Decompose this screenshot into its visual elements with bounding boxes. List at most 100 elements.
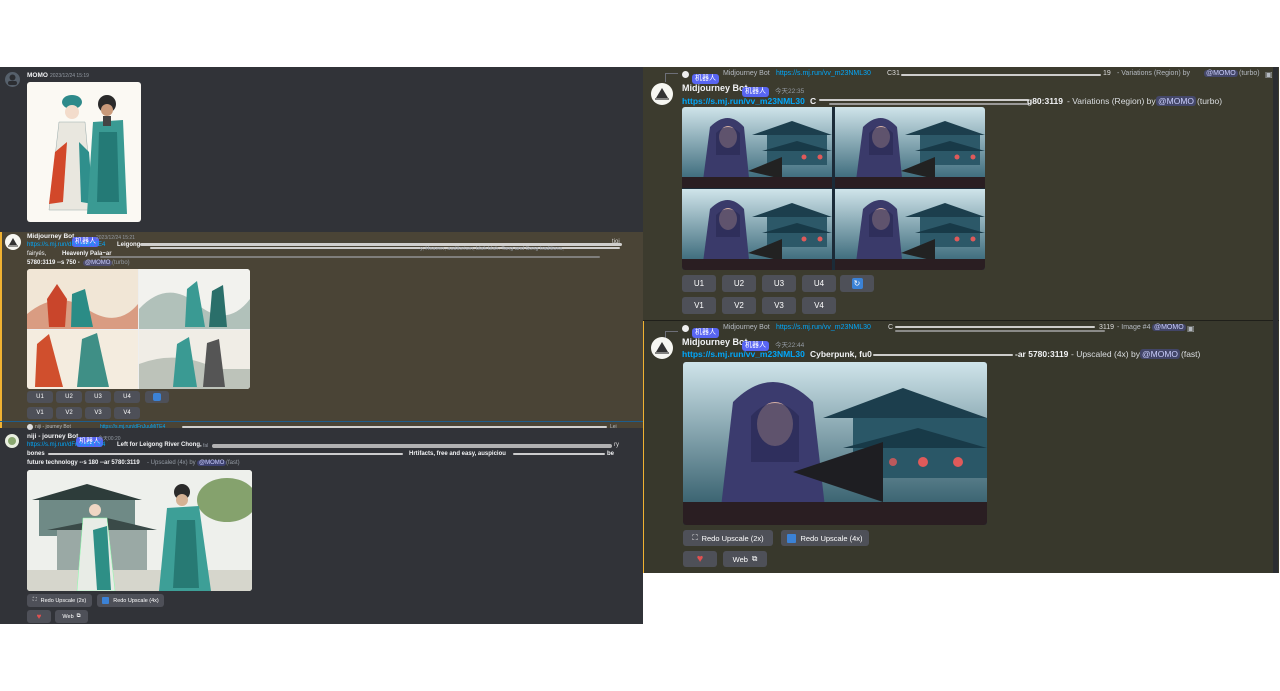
niji-line2-c: be — [607, 451, 615, 457]
highlight-bar — [0, 232, 2, 428]
midjourney-avatar[interactable] — [651, 83, 673, 105]
variation-v4-button[interactable]: V4 — [802, 297, 836, 314]
bot-username[interactable]: Midjourney Bot — [682, 83, 748, 93]
prompt-tail: y, Heaven, auditorium, blah blah. Tang a… — [420, 246, 564, 252]
reply-suffix: - Variations (Region) by — [1117, 70, 1191, 77]
bot-timestamp: 今天22:35 — [775, 88, 805, 95]
upscale-u1-button[interactable]: U1 — [27, 391, 53, 403]
reply-avatar — [27, 424, 33, 430]
reply-tail-a: C — [888, 324, 894, 331]
redo-upscale-4x-button[interactable]: Redo Upscale (4x) — [97, 594, 164, 607]
momo-username[interactable]: MOMO — [27, 72, 48, 79]
upscale-icon — [102, 597, 110, 604]
prompt-line3: 5780:3119 --s 750 - — [27, 260, 80, 266]
redaction-scribble — [100, 256, 600, 258]
redaction-scribble — [895, 326, 1095, 328]
favorite-button[interactable]: ♥ — [27, 610, 51, 623]
midjourney-avatar[interactable] — [5, 234, 21, 250]
redaction-scribble — [48, 453, 403, 455]
upscale-u2-button[interactable]: U2 — [722, 275, 756, 292]
image-grid-cyberpunk[interactable] — [682, 107, 985, 270]
web-button[interactable]: Web ⧉ — [55, 610, 88, 623]
reply-tail-a: C31 — [887, 70, 900, 77]
variation-v2-button[interactable]: V2 — [56, 407, 82, 419]
reply-link[interactable]: https://s.mj.run/vv_m23NML30 — [776, 324, 871, 331]
prompt-text-b: g80:3119 — [1027, 96, 1063, 106]
niji-avatar[interactable] — [5, 434, 19, 448]
upscale-u2-button[interactable]: U2 — [56, 391, 82, 403]
bot-timestamp: 2023/12/24 15:21 — [96, 235, 135, 241]
prompt-link[interactable]: https://s.mj.run/dFnJuuMiTE4 — [27, 242, 105, 248]
image-grid-four[interactable] — [27, 269, 250, 389]
heart-icon: ♥ — [36, 611, 42, 621]
mention-momo[interactable]: @MOMO — [83, 260, 113, 266]
reply-mention[interactable]: @MOMO — [1152, 324, 1186, 331]
reply-tail-b: 3119 — [1099, 324, 1115, 331]
reply-username[interactable]: Midjourney Bot — [723, 324, 770, 331]
prompt-speed: (turbo) — [1197, 96, 1223, 106]
midjourney-avatar[interactable] — [651, 337, 673, 359]
speed-label: (turbo) — [112, 260, 130, 266]
niji-prompt-link[interactable]: https://s.mj.run/dFnJuuMiTE4 — [27, 442, 105, 448]
image-upscaled-temple[interactable] — [27, 470, 252, 591]
scrollbar[interactable] — [1273, 67, 1278, 573]
reply-link[interactable]: https://s.mj.run/vv_m23NML30 — [776, 70, 871, 77]
image-icon: ▣ — [1187, 324, 1195, 333]
momo-avatar[interactable] — [5, 72, 20, 87]
redaction-scribble — [873, 354, 1013, 356]
reply-suffix: - Image #4 — [1117, 324, 1151, 331]
reply-link[interactable]: https://s.mj.run/dFnJuuMiTE4 — [100, 424, 165, 430]
momo-timestamp: 2023/12/24 15:19 — [50, 73, 89, 79]
bot-username[interactable]: Midjourney Bot — [27, 233, 74, 240]
variation-v4-button[interactable]: V4 — [114, 407, 140, 419]
reroll-button[interactable] — [145, 391, 169, 403]
niji-speed: (fast) — [226, 460, 240, 466]
image-ancient-figures[interactable] — [27, 82, 141, 222]
niji-username[interactable]: niji - journey Bot — [27, 433, 78, 440]
reply-username[interactable]: Midjourney Bot — [723, 70, 770, 77]
right-chat-panel: 机器人 Midjourney Bot https://s.mj.run/vv_m… — [643, 67, 1279, 573]
redaction-scribble — [212, 444, 612, 448]
upscale-u4-button[interactable]: U4 — [114, 391, 140, 403]
prompt-link[interactable]: https://s.mj.run/vv_m23NML30 — [682, 96, 805, 106]
web-button[interactable]: Web ⧉ — [723, 551, 767, 567]
redo-upscale-2x-label: Redo Upscale (2x) — [40, 597, 87, 604]
redaction-scribble — [901, 74, 1101, 76]
upscale-u3-button[interactable]: U3 — [762, 275, 796, 292]
bot-username[interactable]: Midjourney Bot — [682, 337, 748, 347]
redaction-scribble — [182, 426, 607, 428]
heart-icon: ♥ — [696, 552, 704, 565]
reply-mention[interactable]: @MOMO — [1204, 70, 1238, 77]
niji-line2-b: Hrtifacts, free and easy, auspiciou — [409, 451, 506, 457]
redo-upscale-2x-button[interactable]: ⛶ Redo Upscale (2x) — [683, 530, 773, 546]
expand-icon: ⛶ — [692, 533, 698, 542]
reply-avatar — [682, 71, 689, 78]
image-upscaled-cyberpunk[interactable] — [683, 362, 987, 525]
redo-upscale-4x-button[interactable]: Redo Upscale (4x) — [781, 530, 869, 546]
reroll-button[interactable]: ↻ — [840, 275, 874, 292]
prompt-line2-a: fairyés, — [27, 251, 47, 257]
upscale-u3-button[interactable]: U3 — [85, 391, 111, 403]
favorite-button[interactable]: ♥ — [683, 551, 717, 567]
reply-tail-b: 19 — [1103, 70, 1111, 77]
upscale-u1-button[interactable]: U1 — [682, 275, 716, 292]
variation-v1-button[interactable]: V1 — [682, 297, 716, 314]
niji-prompt-text-b: fal — [203, 443, 209, 449]
mention-momo[interactable]: @MOMO — [1140, 349, 1181, 359]
redaction-scribble — [829, 103, 1029, 105]
variation-v1-button[interactable]: V1 — [27, 407, 53, 419]
variation-v3-button[interactable]: V3 — [85, 407, 111, 419]
prompt-link[interactable]: https://s.mj.run/vv_m23NML30 — [682, 349, 805, 359]
redo-upscale-2x-label: Redo Upscale (2x) — [701, 533, 764, 543]
variation-v3-button[interactable]: V3 — [762, 297, 796, 314]
external-link-icon: ⧉ — [751, 554, 758, 563]
niji-mention-momo[interactable]: @MOMO — [197, 460, 227, 466]
mention-momo[interactable]: @MOMO — [1156, 96, 1197, 106]
niji-line3: future technology --s 180 --ar 5780:3119 — [27, 460, 140, 466]
variation-v2-button[interactable]: V2 — [722, 297, 756, 314]
reply-username[interactable]: niji - journey Bot — [35, 424, 71, 430]
upscale-u4-button[interactable]: U4 — [802, 275, 836, 292]
prompt-text-start: Leigong — [117, 242, 141, 248]
redo-upscale-2x-button[interactable]: ⛶ Redo Upscale (2x) — [27, 594, 92, 607]
image-icon: ▣ — [1265, 70, 1273, 79]
